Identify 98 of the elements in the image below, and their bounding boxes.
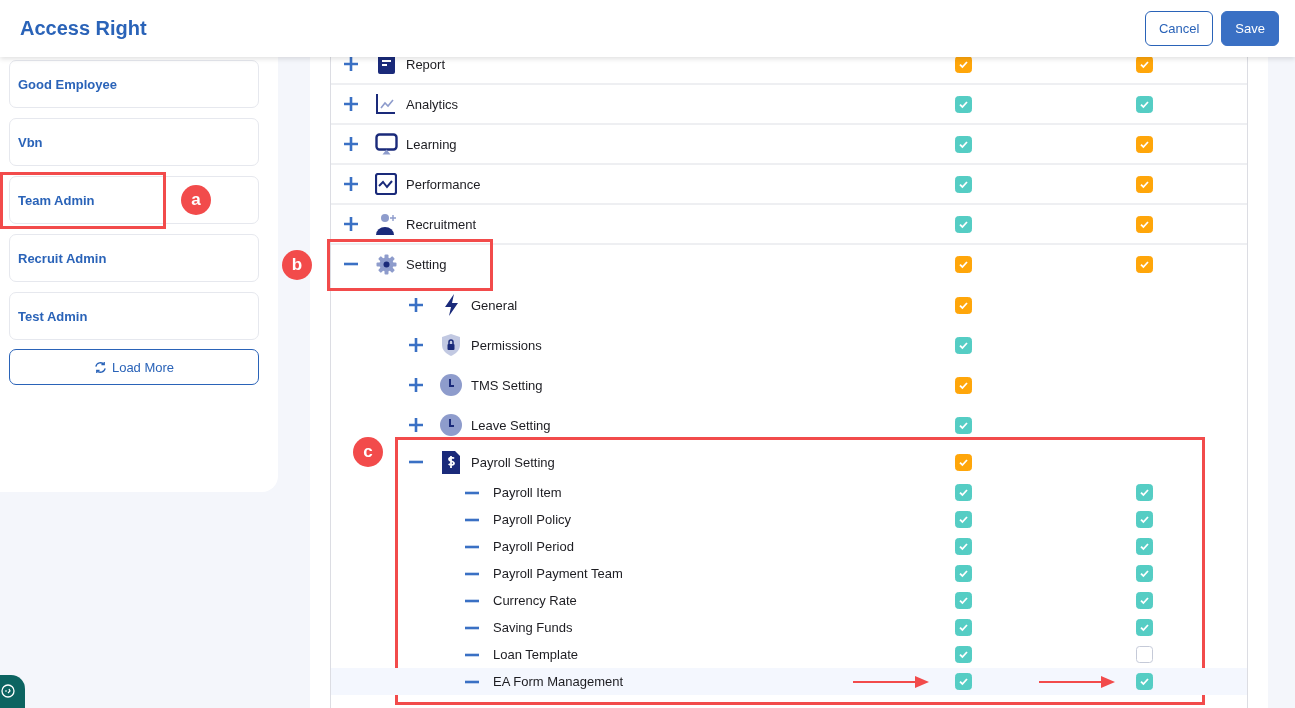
role-card[interactable]: Test Admin xyxy=(9,292,259,340)
expand-icon[interactable] xyxy=(343,136,359,152)
permission-checkbox[interactable] xyxy=(955,215,972,233)
dash-icon[interactable] xyxy=(465,517,479,522)
permission-checkbox[interactable] xyxy=(1136,619,1153,636)
dash-icon[interactable] xyxy=(465,625,479,630)
dash-icon[interactable] xyxy=(465,598,479,603)
module-name: Payroll Period xyxy=(493,539,574,554)
load-more-button[interactable]: Load More xyxy=(9,349,259,385)
expand-icon[interactable] xyxy=(408,377,424,393)
role-card[interactable]: Recruit Admin xyxy=(9,234,259,282)
module-name: Setting xyxy=(406,256,447,272)
chart-frame-icon xyxy=(375,173,397,195)
permission-checkbox[interactable] xyxy=(1136,673,1153,690)
role-card[interactable]: Vbn xyxy=(9,118,259,166)
chat-widget-button[interactable] xyxy=(0,675,25,708)
cancel-button[interactable]: Cancel xyxy=(1144,11,1214,46)
permission-checkbox[interactable] xyxy=(1136,484,1153,501)
line-chart-icon xyxy=(376,94,396,114)
module-name: General xyxy=(471,297,518,313)
dollar-document-icon xyxy=(442,450,460,474)
expand-icon[interactable] xyxy=(343,57,359,72)
module-name: Learning xyxy=(406,136,457,152)
annotation-marker: b xyxy=(282,250,312,280)
module-name: Leave Setting xyxy=(471,417,551,433)
permission-checkbox[interactable] xyxy=(1136,646,1153,663)
role-card[interactable]: Good Employee xyxy=(9,60,259,108)
role-name: Good Employee xyxy=(18,76,117,92)
expand-icon[interactable] xyxy=(343,176,359,192)
permission-checkbox[interactable] xyxy=(955,453,972,471)
permission-checkbox[interactable] xyxy=(955,336,972,354)
permission-checkbox[interactable] xyxy=(1136,135,1153,153)
permission-checkbox[interactable] xyxy=(1136,175,1153,193)
permission-checkbox[interactable] xyxy=(955,538,972,555)
permission-checkbox[interactable] xyxy=(955,673,972,690)
permission-checkbox[interactable] xyxy=(955,484,972,501)
module-name: TMS Setting xyxy=(471,377,543,393)
settings-icon xyxy=(375,253,397,275)
permission-checkbox[interactable] xyxy=(1136,511,1153,528)
expand-icon[interactable] xyxy=(408,297,424,313)
permission-checkbox[interactable] xyxy=(955,57,972,73)
module-name: Saving Funds xyxy=(493,620,573,635)
dash-icon[interactable] xyxy=(465,679,479,684)
permission-checkbox[interactable] xyxy=(955,135,972,153)
permission-checkbox[interactable] xyxy=(1136,215,1153,233)
dash-icon[interactable] xyxy=(465,652,479,657)
role-name: Vbn xyxy=(18,134,43,150)
module-name: Payroll Setting xyxy=(471,454,555,470)
dash-icon[interactable] xyxy=(465,571,479,576)
permission-checkbox[interactable] xyxy=(1136,95,1153,113)
module-name: Permissions xyxy=(471,337,542,353)
module-name: Payroll Policy xyxy=(493,512,572,527)
permission-checkbox[interactable] xyxy=(955,296,972,314)
permission-checkbox[interactable] xyxy=(955,255,972,273)
expand-icon[interactable] xyxy=(408,417,424,433)
role-name: Team Admin xyxy=(18,192,95,208)
permission-checkbox[interactable] xyxy=(955,511,972,528)
dash-icon[interactable] xyxy=(465,490,479,495)
module-name: Currency Rate xyxy=(493,593,577,608)
clock-icon xyxy=(440,414,462,436)
module-name: Recruitment xyxy=(406,216,477,232)
shield-lock-icon xyxy=(442,334,460,356)
permission-checkbox[interactable] xyxy=(1136,57,1153,73)
permission-checkbox[interactable] xyxy=(1136,538,1153,555)
module-name: Payroll Item xyxy=(493,485,562,500)
lightning-icon xyxy=(444,294,458,316)
module-name: Report xyxy=(406,57,446,72)
module-name: Payroll Payment Team xyxy=(493,566,623,581)
annotation-marker: a xyxy=(181,185,211,215)
permission-checkbox[interactable] xyxy=(955,376,972,394)
annotation-marker: c xyxy=(353,437,383,467)
permission-checkbox[interactable] xyxy=(1136,565,1153,582)
permission-checkbox[interactable] xyxy=(1136,592,1153,609)
monitor-icon xyxy=(374,133,398,155)
save-button[interactable]: Save xyxy=(1221,11,1279,46)
chat-icon xyxy=(1,684,15,698)
module-name: Analytics xyxy=(406,96,459,112)
permission-checkbox[interactable] xyxy=(955,565,972,582)
expand-icon[interactable] xyxy=(343,96,359,112)
module-name: Loan Template xyxy=(493,647,579,662)
dash-icon[interactable] xyxy=(465,544,479,549)
module-name: EA Form Management xyxy=(493,674,624,689)
permission-checkbox[interactable] xyxy=(955,416,972,434)
role-name: Test Admin xyxy=(18,308,88,324)
permission-checkbox[interactable] xyxy=(955,175,972,193)
expand-icon[interactable] xyxy=(343,216,359,232)
refresh-icon xyxy=(93,360,107,374)
permission-checkbox[interactable] xyxy=(955,592,972,609)
clock-icon xyxy=(440,374,462,396)
permission-checkbox[interactable] xyxy=(955,95,972,113)
role-name: Recruit Admin xyxy=(18,250,107,266)
add-user-icon xyxy=(375,213,397,235)
permission-checkbox[interactable] xyxy=(955,619,972,636)
expand-icon[interactable] xyxy=(408,337,424,353)
permission-checkbox[interactable] xyxy=(1136,255,1153,273)
module-name: Performance xyxy=(406,176,481,192)
page-title: Access Right xyxy=(20,17,147,40)
permission-checkbox[interactable] xyxy=(955,646,972,663)
